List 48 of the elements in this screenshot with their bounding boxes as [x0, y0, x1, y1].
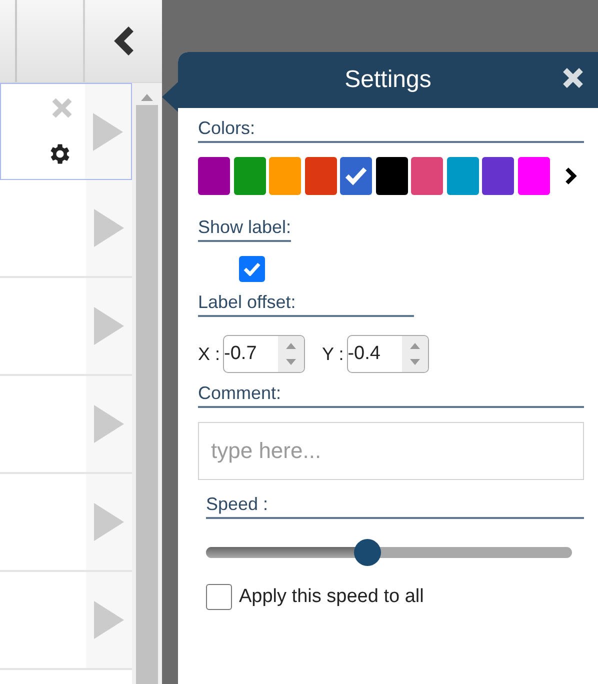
color-swatch[interactable] — [304, 157, 336, 195]
play-icon — [94, 503, 124, 541]
color-swatch[interactable] — [269, 157, 301, 195]
y-offset-field[interactable]: -0.4 — [346, 335, 429, 373]
play-icon — [94, 209, 124, 247]
play-button[interactable] — [86, 180, 132, 276]
scroll-up-icon[interactable] — [141, 93, 153, 101]
apply-all-checkbox[interactable] — [206, 584, 232, 610]
play-icon — [94, 307, 124, 345]
show-label-checkbox[interactable] — [239, 256, 265, 282]
color-swatch[interactable] — [198, 157, 230, 195]
color-swatch[interactable] — [482, 157, 514, 195]
spinner-arrows-icon[interactable] — [408, 341, 421, 367]
play-icon — [94, 405, 124, 443]
spinner-arrows-icon[interactable] — [285, 341, 298, 367]
play-icon — [94, 601, 124, 639]
panel-title: Settings — [344, 66, 432, 94]
color-swatch[interactable] — [376, 157, 408, 195]
close-button[interactable] — [562, 67, 584, 89]
color-swatch[interactable] — [446, 157, 478, 195]
speed-slider[interactable] — [206, 539, 572, 566]
section-label: Comment: — [198, 383, 584, 408]
checkbox-label: Apply this speed to all — [239, 586, 424, 608]
slider-thumb[interactable] — [354, 539, 382, 566]
section-label: Speed : — [206, 494, 584, 519]
play-button[interactable] — [86, 278, 132, 374]
color-swatch[interactable] — [518, 157, 550, 195]
comment-field[interactable]: type here... — [198, 422, 584, 480]
play-button[interactable] — [86, 376, 132, 472]
color-swatch[interactable] — [411, 157, 443, 195]
section-label: Label offset: — [198, 292, 414, 317]
axis-label: Y : — [322, 344, 344, 364]
play-button[interactable] — [86, 474, 132, 570]
color-swatch[interactable] — [340, 157, 372, 195]
section-label: Colors: — [198, 118, 584, 143]
section-label: Show label: — [198, 217, 292, 242]
scrollbar[interactable] — [136, 105, 158, 684]
x-offset-field[interactable]: -0.7 — [223, 335, 306, 373]
color-swatch[interactable] — [234, 157, 266, 195]
axis-label: X : — [198, 344, 220, 364]
play-button[interactable] — [86, 572, 132, 668]
chevron-right-icon — [565, 167, 577, 185]
next-button[interactable] — [565, 167, 577, 185]
checkmark-icon — [243, 262, 261, 276]
close-icon — [562, 67, 584, 89]
checkmark-icon — [344, 166, 368, 186]
play-icon — [93, 112, 123, 150]
close-icon[interactable] — [51, 96, 73, 118]
